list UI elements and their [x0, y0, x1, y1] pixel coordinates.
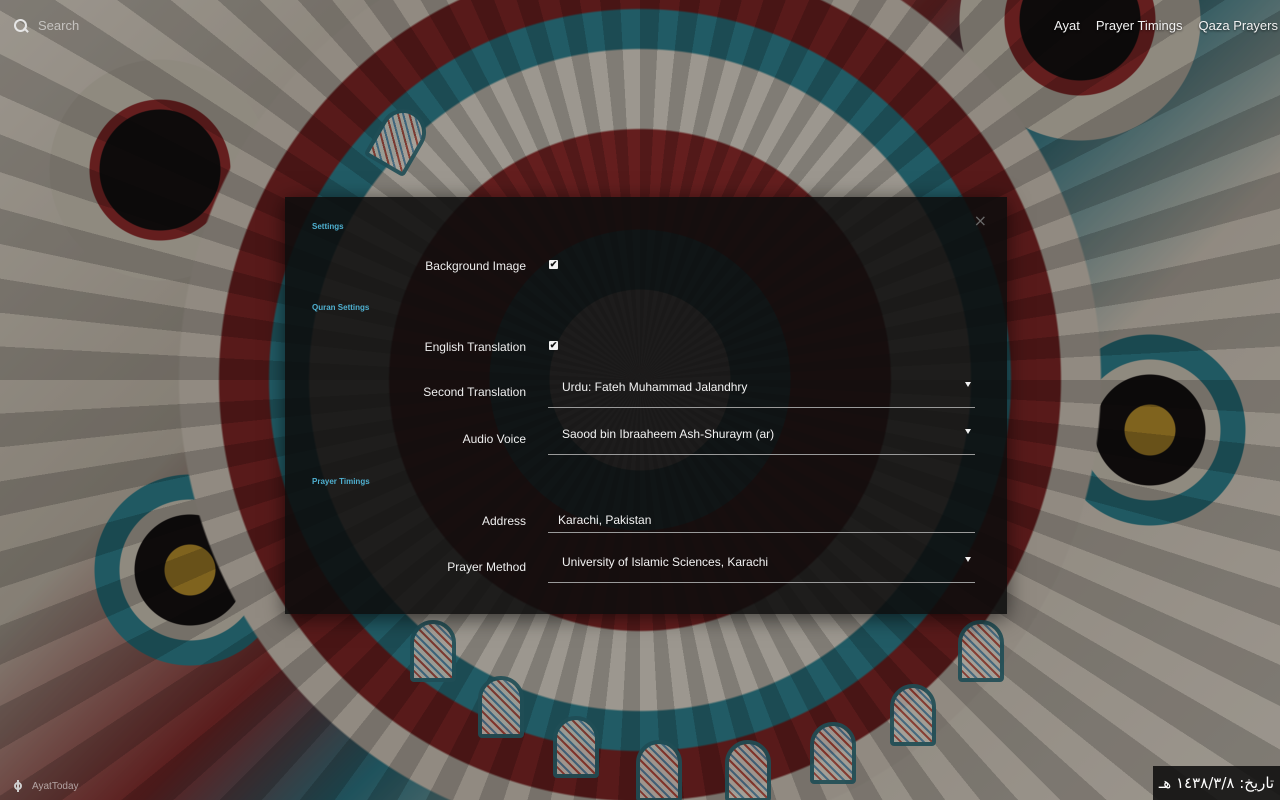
section-title-prayer: Prayer Timings [312, 477, 370, 486]
footer-settings-label: AyatToday [32, 780, 79, 792]
prayer-method-select[interactable]: University of Islamic Sciences, Karachi [548, 543, 975, 583]
background-image-label: Background Image [425, 259, 526, 273]
dome-window [363, 100, 435, 178]
address-value: Karachi, Pakistan [558, 513, 652, 527]
top-bar: Ayat Prayer Timings Qaza Prayers [0, 0, 1280, 54]
search-input[interactable] [38, 18, 198, 33]
second-translation-row: Second Translation Urdu: Fateh Muhammad … [285, 368, 1007, 416]
nav-qaza-prayers[interactable]: Qaza Prayers [1199, 18, 1278, 33]
caret-down-icon [965, 382, 971, 387]
section-title-quran: Quran Settings [312, 303, 370, 312]
caret-down-icon [965, 429, 971, 434]
second-translation-value: Urdu: Fateh Muhammad Jalandhry [562, 380, 748, 394]
background-image-checkbox[interactable]: ✔ [549, 260, 558, 269]
nav-prayer-timings[interactable]: Prayer Timings [1096, 18, 1183, 33]
footer-settings[interactable]: AyatToday [12, 780, 79, 792]
gear-icon[interactable] [12, 780, 24, 792]
prayer-method-value: University of Islamic Sciences, Karachi [562, 555, 769, 569]
dome-window [636, 740, 682, 800]
section-title-settings: Settings [312, 222, 344, 231]
dome-window [410, 620, 456, 682]
caret-down-icon [965, 557, 971, 562]
hijri-date: تاریخ: ١٤٣٨/٣/٨ هـ [1153, 766, 1280, 800]
search-box [14, 18, 198, 33]
audio-voice-select[interactable]: Saood bin Ibraaheem Ash-Shuraym (ar) [548, 415, 975, 455]
dome-window [478, 676, 524, 738]
address-label: Address [481, 514, 526, 528]
background-image-row: Background Image ✔ [285, 253, 1007, 301]
english-translation-checkbox[interactable]: ✔ [549, 341, 558, 350]
address-input[interactable]: Karachi, Pakistan [548, 493, 975, 533]
dome-window [958, 620, 1004, 682]
close-button[interactable]: × [974, 213, 987, 229]
second-translation-select[interactable]: Urdu: Fateh Muhammad Jalandhry [548, 368, 975, 408]
nav-ayat[interactable]: Ayat [1054, 18, 1080, 33]
audio-voice-row: Audio Voice Saood bin Ibraaheem Ash-Shur… [285, 415, 1007, 463]
dome-window [810, 722, 856, 784]
audio-voice-value: Saood bin Ibraaheem Ash-Shuraym (ar) [562, 427, 775, 441]
address-row: Address Karachi, Pakistan [285, 493, 1007, 541]
prayer-method-label: Prayer Method [447, 560, 526, 574]
dome-window [890, 684, 936, 746]
search-icon[interactable] [14, 18, 28, 33]
dome-window [725, 740, 771, 800]
top-nav: Ayat Prayer Timings Qaza Prayers [1054, 18, 1278, 33]
second-translation-label: Second Translation [423, 385, 526, 399]
english-translation-label: English Translation [424, 340, 526, 354]
audio-voice-label: Audio Voice [462, 432, 526, 446]
dome-window [553, 716, 599, 778]
prayer-method-row: Prayer Method University of Islamic Scie… [285, 543, 1007, 591]
settings-modal: × Settings Background Image ✔ Quran Sett… [285, 197, 1007, 614]
